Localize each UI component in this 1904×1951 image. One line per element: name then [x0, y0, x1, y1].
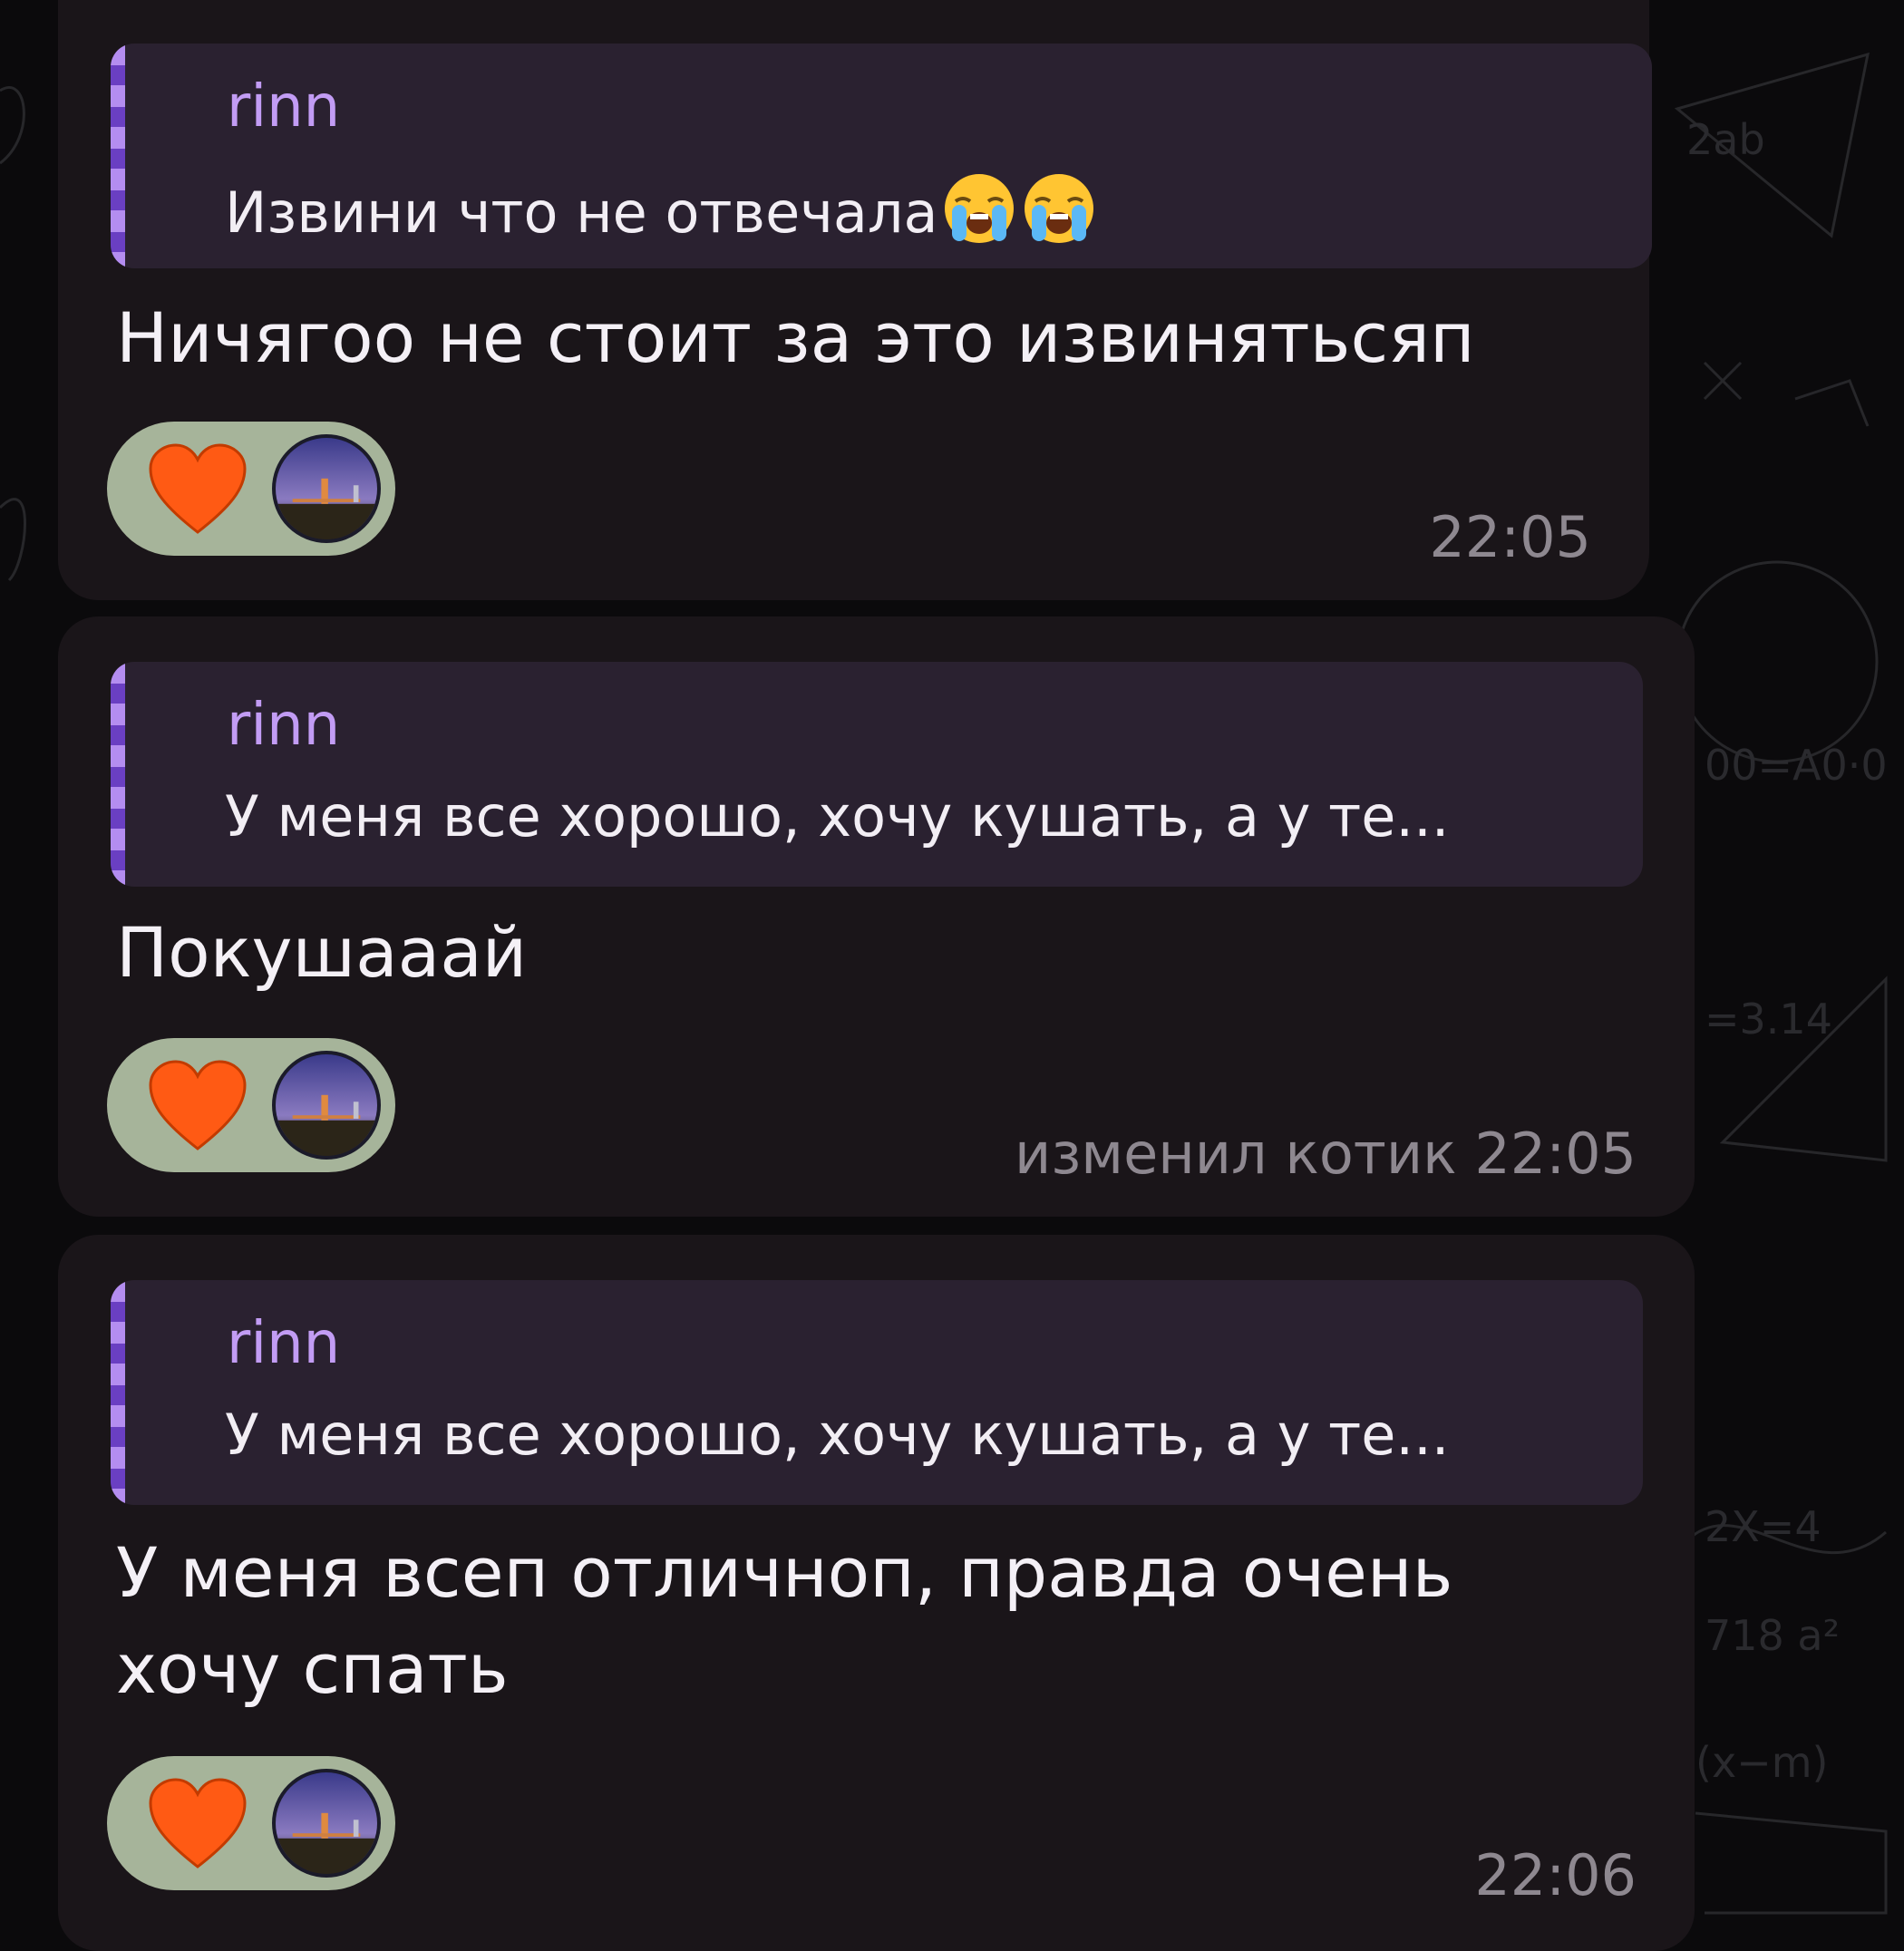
message-bubble[interactable]: rinn У меня все хорошо, хочу кушать, а у… — [58, 616, 1695, 1217]
reply-text: Извини что не отвечала — [225, 180, 938, 246]
message-bubble[interactable]: rinn У меня все хорошо, хочу кушать, а у… — [58, 1235, 1695, 1951]
message-text: Покушааай — [116, 905, 527, 1001]
heart-icon — [149, 1060, 247, 1150]
svg-text:2X=4: 2X=4 — [1705, 1502, 1821, 1551]
reaction-chip[interactable] — [107, 1038, 395, 1172]
message-line: Ничягоо не стоит за это извиняться — [116, 297, 1430, 378]
message-bubble[interactable]: rinn Извини что не отвечала Ничягоо не с… — [58, 0, 1652, 600]
message-edited-time: изменил котик 22:05 — [1015, 1121, 1637, 1187]
reply-stripe — [111, 1280, 125, 1505]
loudly-crying-face-icon — [941, 170, 1017, 247]
reply-text: У меня все хорошо, хочу кушать, а у те..… — [225, 783, 1450, 849]
reaction-chip[interactable] — [107, 422, 395, 556]
svg-text:=3.14: =3.14 — [1705, 995, 1832, 1043]
reply-author: rinn — [227, 73, 341, 141]
reply-author: rinn — [227, 1310, 341, 1377]
reactor-avatar[interactable] — [272, 1051, 381, 1160]
message-text: У меня всеп отличноп, правда очень хочу … — [116, 1525, 1452, 1717]
message-line: Покушааай — [116, 912, 528, 993]
reply-text-row: Извини что не отвечала — [225, 170, 1097, 247]
svg-text:2ab: 2ab — [1686, 115, 1765, 164]
reply-stripe — [111, 662, 125, 887]
reply-author: rinn — [227, 692, 341, 759]
reply-quote[interactable]: rinn У меня все хорошо, хочу кушать, а у… — [111, 662, 1643, 887]
svg-text:00=A0·0: 00=A0·0 — [1705, 741, 1888, 790]
message-line-suffix: п — [1429, 297, 1475, 378]
reply-quote[interactable]: rinn У меня все хорошо, хочу кушать, а у… — [111, 1280, 1643, 1505]
message-text: Ничягоо не стоит за это извинятьсяп — [116, 290, 1475, 386]
message-time: 22:05 — [1429, 504, 1591, 570]
reaction-chip[interactable] — [107, 1756, 395, 1890]
svg-text:(x−m): (x−m) — [1695, 1738, 1828, 1787]
heart-icon — [149, 443, 247, 534]
reply-stripe — [111, 44, 125, 268]
reply-quote[interactable]: rinn Извини что не отвечала — [111, 44, 1652, 268]
reactor-avatar[interactable] — [272, 1769, 381, 1878]
reactor-avatar[interactable] — [272, 434, 381, 543]
message-line: хочу спать — [116, 1628, 509, 1709]
svg-text:718 a²: 718 a² — [1705, 1611, 1840, 1660]
message-line: У меня всеп отличноп, правда очень — [116, 1532, 1453, 1613]
loudly-crying-face-icon — [1021, 170, 1097, 247]
heart-icon — [149, 1778, 247, 1868]
reply-text: У меня все хорошо, хочу кушать, а у те..… — [225, 1402, 1450, 1468]
message-time: 22:06 — [1474, 1842, 1637, 1908]
